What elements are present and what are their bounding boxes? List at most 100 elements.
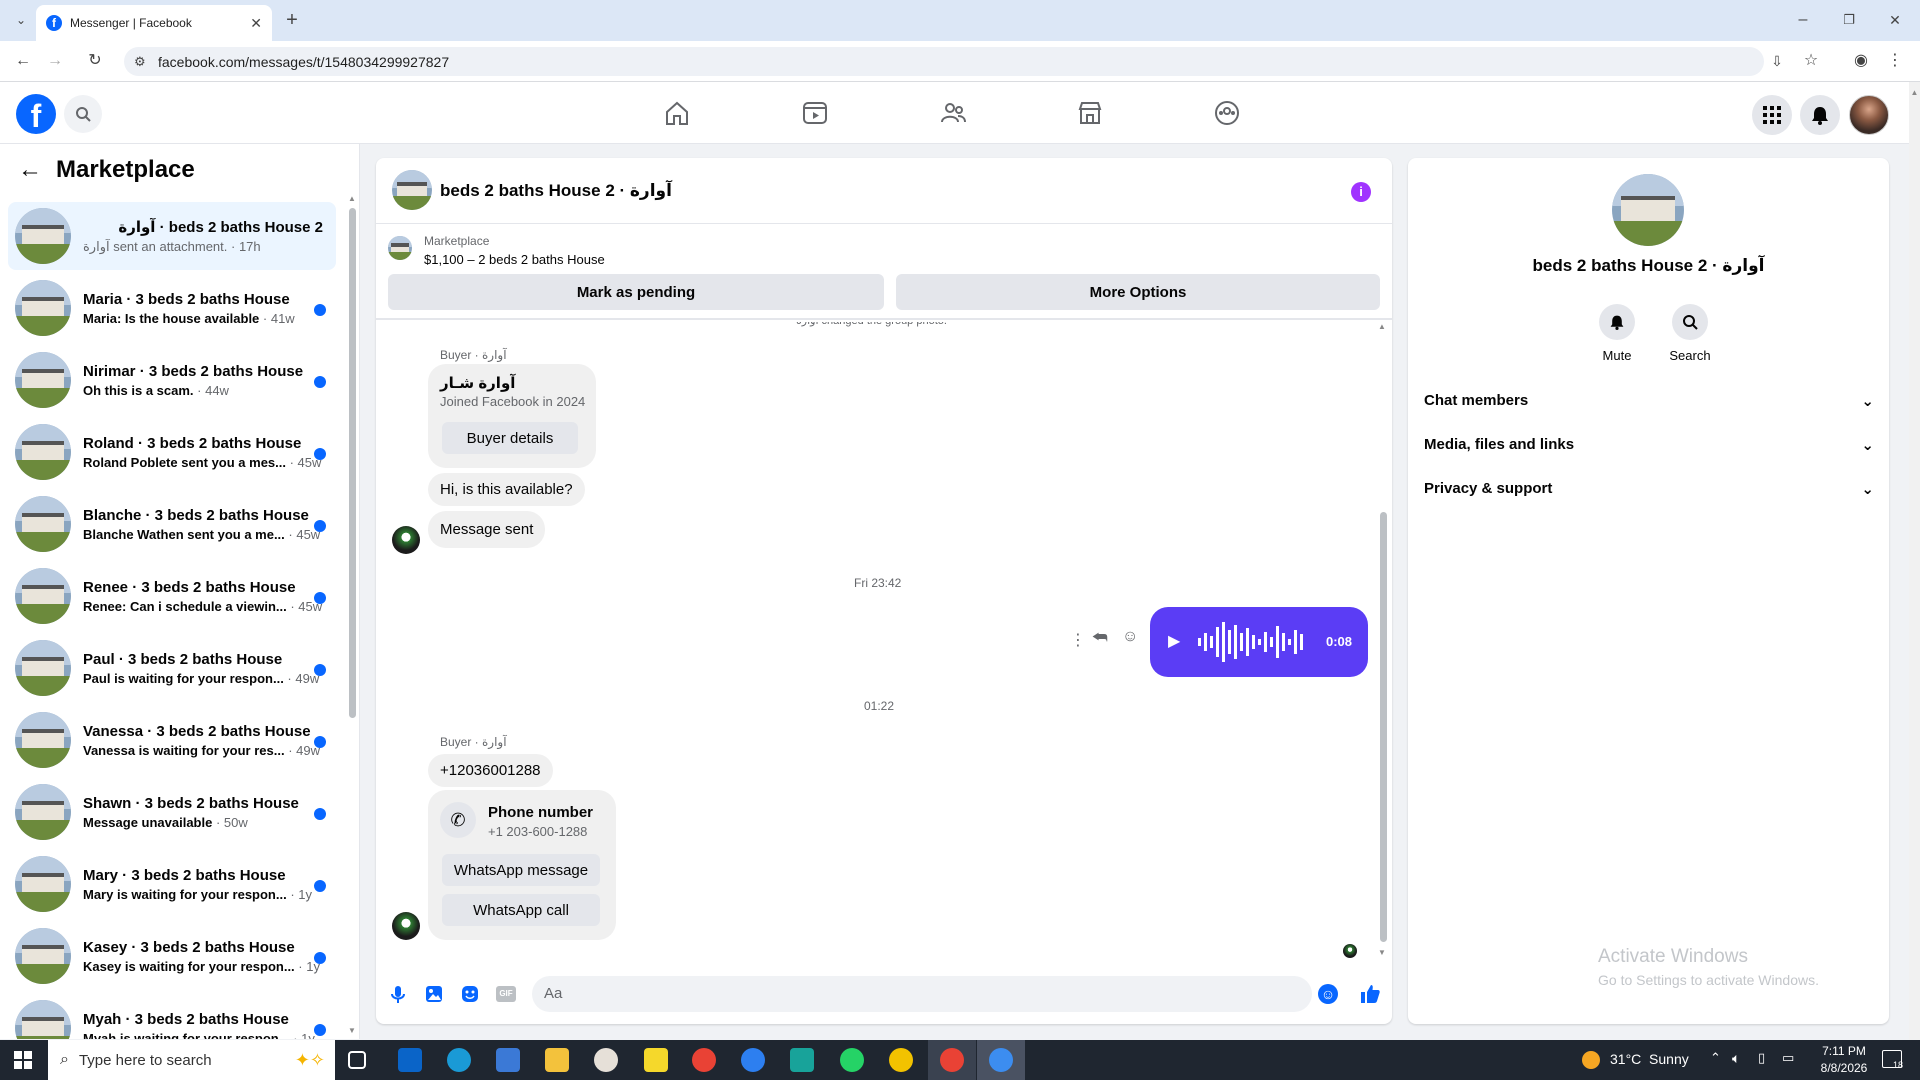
site-info-icon[interactable]: ⚙	[134, 54, 146, 70]
url-omnibox[interactable]: ⚙ facebook.com/messages/t/15480342999278…	[124, 47, 1764, 76]
chrome-active-taskbar-button[interactable]	[928, 1040, 976, 1080]
mark-as-pending-button[interactable]: Mark as pending	[388, 274, 884, 310]
task-view-icon[interactable]	[348, 1051, 366, 1069]
battery-icon[interactable]: ▯	[1758, 1050, 1765, 1066]
sender-avatar[interactable]	[392, 912, 420, 940]
clock-date[interactable]: 8/8/2026	[1812, 1061, 1876, 1075]
section-privacy-support[interactable]: Privacy & support ⌄	[1424, 480, 1874, 498]
search-icon[interactable]	[64, 95, 102, 133]
message-bubble[interactable]: Message sent	[428, 511, 546, 548]
gif-icon[interactable]: GIF	[496, 986, 516, 1002]
forward-icon[interactable]: →	[40, 46, 70, 76]
account-avatar[interactable]	[1849, 95, 1889, 135]
sticker-icon[interactable]	[460, 984, 480, 1004]
search-in-conversation-button[interactable]: Search	[1662, 304, 1718, 363]
whatsapp-taskbar-icon[interactable]	[840, 1048, 864, 1072]
sender-avatar[interactable]	[392, 526, 420, 554]
thumbs-up-icon[interactable]	[1358, 982, 1382, 1006]
page-scroll-up-icon[interactable]: ▲	[1909, 88, 1920, 97]
file-explorer-taskbar-icon[interactable]	[545, 1048, 569, 1072]
taskbar-search-box[interactable]: ⌕ Type here to search ✦✧	[48, 1040, 335, 1080]
listing-thumbnail[interactable]	[388, 236, 412, 260]
whatsapp-call-button[interactable]: WhatsApp call	[442, 894, 600, 926]
chat-scrollbar[interactable]	[1380, 512, 1387, 942]
message-bubble[interactable]: Hi, is this available?	[428, 473, 585, 506]
app-taskbar-icon[interactable]	[594, 1048, 618, 1072]
window-close-icon[interactable]: ✕	[1880, 5, 1910, 35]
page-scrollbar[interactable]: ▲	[1909, 82, 1920, 1040]
play-icon[interactable]: ▶	[1168, 631, 1180, 651]
chat-avatar[interactable]	[392, 170, 432, 210]
buyer-details-button[interactable]: Buyer details	[442, 422, 578, 454]
conversation-item[interactable]: Mary · 3 beds 2 baths House Mary is waiti…	[8, 850, 336, 918]
mute-button[interactable]: Mute	[1592, 304, 1642, 363]
conversation-item[interactable]: Roland · 3 beds 2 baths House Roland Pobl…	[8, 418, 336, 486]
conversation-item[interactable]: Nirimar · 3 beds 2 baths House Oh this is…	[8, 346, 336, 414]
microphone-icon[interactable]	[388, 984, 408, 1004]
marketplace-icon[interactable]	[1075, 98, 1105, 128]
browser-menu-icon[interactable]: ⋮	[1880, 46, 1910, 76]
close-tab-icon[interactable]: ✕	[250, 15, 262, 32]
sticky-notes-taskbar-icon[interactable]	[644, 1048, 668, 1072]
windows-start-icon[interactable]	[14, 1051, 32, 1069]
conversation-item[interactable]: Paul · 3 beds 2 baths House Paul is waiti…	[8, 634, 336, 702]
chrome-taskbar-icon[interactable]	[692, 1048, 716, 1072]
chat-scroll-up-icon[interactable]: ▲	[1378, 322, 1386, 331]
emoji-icon[interactable]: ☺	[1318, 984, 1338, 1004]
whatsapp-message-button[interactable]: WhatsApp message	[442, 854, 600, 886]
conversation-item[interactable]: Kasey · 3 beds 2 baths House Kasey is wai…	[8, 922, 336, 990]
scroll-down-arrow-icon[interactable]: ▼	[348, 1026, 356, 1035]
reload-icon[interactable]: ↻	[80, 46, 110, 76]
new-tab-icon[interactable]: +	[277, 5, 307, 35]
voice-message-bubble[interactable]: ▶ 0:08	[1150, 607, 1368, 677]
back-arrow-icon[interactable]: ←	[18, 156, 42, 184]
sidebar-scrollbar[interactable]	[349, 208, 356, 718]
conversation-item[interactable]: Vanessa · 3 beds 2 baths House Vanessa is…	[8, 706, 336, 774]
store-taskbar-icon[interactable]	[496, 1048, 520, 1072]
menu-grid-icon[interactable]	[1752, 95, 1792, 135]
weather-icon[interactable]	[1582, 1051, 1600, 1069]
groups-icon[interactable]	[1212, 98, 1242, 128]
video-icon[interactable]	[800, 98, 830, 128]
photo-icon[interactable]	[424, 984, 444, 1004]
volume-icon[interactable]: 🔈︎	[1732, 1050, 1740, 1067]
browser-tab[interactable]: f Messenger | Facebook ✕	[36, 5, 272, 41]
weather-text[interactable]: 31°C Sunny	[1610, 1051, 1689, 1067]
more-options-button[interactable]: More Options	[896, 274, 1380, 310]
react-emoji-icon[interactable]: ☺	[1122, 628, 1138, 646]
chat-scroll-down-icon[interactable]: ▼	[1378, 948, 1386, 957]
profile-icon[interactable]: ◉	[1846, 46, 1876, 76]
reply-icon[interactable]: ⮪	[1092, 628, 1108, 648]
minimize-icon[interactable]: –	[1788, 5, 1818, 35]
voice-app-taskbar-icon[interactable]	[790, 1048, 814, 1072]
install-app-icon[interactable]: ⇩	[1762, 46, 1792, 76]
conversation-item[interactable]: Renee · 3 beds 2 baths House Renee: Can i…	[8, 562, 336, 630]
message-input[interactable]: Aa ☺	[532, 976, 1338, 1012]
chat-info-icon[interactable]: i	[1351, 182, 1371, 202]
chrome-active-taskbar-button-2[interactable]	[977, 1040, 1025, 1080]
conversation-item[interactable]: Shawn · 3 beds 2 baths House Message unav…	[8, 778, 336, 846]
messaging-taskbar-icon[interactable]	[741, 1048, 765, 1072]
network-icon[interactable]: ▭	[1782, 1050, 1794, 1066]
listing-description[interactable]: $1,100 – 2 beds 2 baths House	[424, 252, 605, 267]
section-media-files-links[interactable]: Media, files and links ⌄	[1424, 436, 1874, 454]
app2-taskbar-icon[interactable]	[889, 1048, 913, 1072]
conversation-item[interactable]: Maria · 3 beds 2 baths House Maria: Is th…	[8, 274, 336, 342]
chat-title[interactable]: beds 2 baths House 2 · آوارة	[440, 181, 672, 201]
facebook-logo-icon[interactable]: f	[16, 94, 56, 134]
message-bubble[interactable]: +12036001288	[428, 754, 553, 787]
section-chat-members[interactable]: Chat members ⌄	[1424, 392, 1874, 410]
scroll-up-arrow-icon[interactable]: ▲	[348, 194, 356, 203]
bookmark-star-icon[interactable]: ☆	[1796, 46, 1826, 76]
tab-search-chevron-icon[interactable]: ⌄	[6, 5, 36, 35]
friends-icon[interactable]	[938, 98, 968, 128]
conversation-item[interactable]: Blanche · 3 beds 2 baths House Blanche Wa…	[8, 490, 336, 558]
edge-taskbar-icon[interactable]	[447, 1048, 471, 1072]
conversation-item[interactable]: beds 2 baths House 2 · آوارة آوارة sent a…	[8, 202, 336, 270]
conversation-item[interactable]: Myah · 3 beds 2 baths House Myah is waiti…	[8, 994, 336, 1039]
back-icon[interactable]: ←	[8, 46, 38, 76]
home-icon[interactable]	[662, 98, 692, 128]
tray-chevron-icon[interactable]: ⌃	[1710, 1050, 1721, 1066]
clock-time[interactable]: 7:11 PM	[1812, 1044, 1876, 1058]
outlook-taskbar-icon[interactable]	[398, 1048, 422, 1072]
